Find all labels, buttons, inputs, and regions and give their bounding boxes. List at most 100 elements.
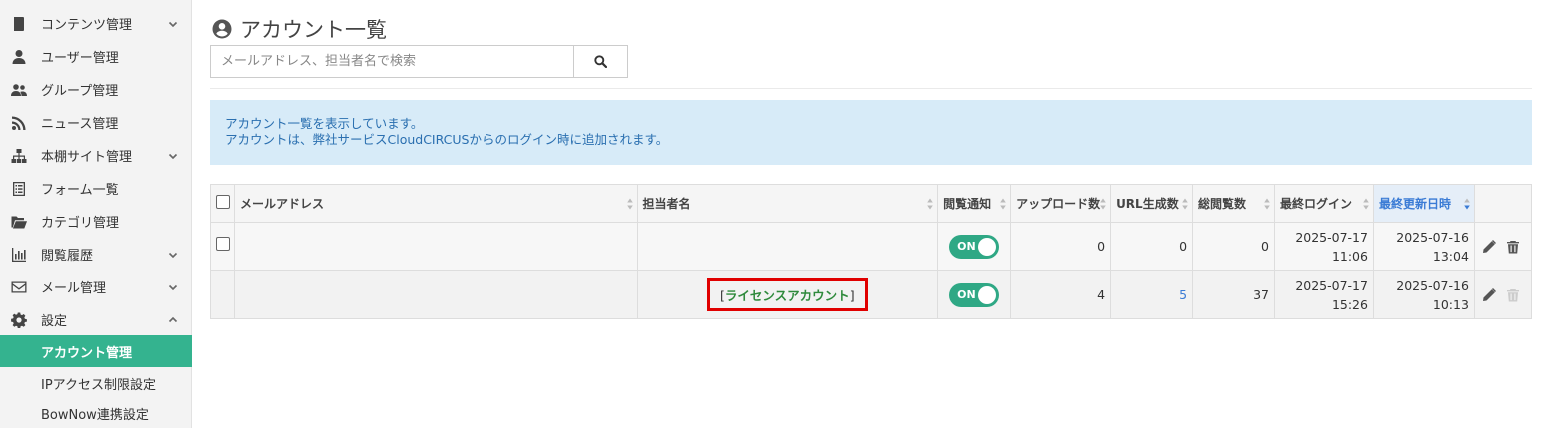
column-header-label: 最終更新日時 [1378, 197, 1451, 211]
sort-desc-icon [1464, 198, 1470, 210]
sort-icon [1182, 198, 1188, 210]
sort-icon [1000, 198, 1006, 210]
column-header-uploads[interactable]: アップロード数 [1010, 184, 1112, 223]
sidebar-subitem-bownow[interactable]: BowNow連携設定 [0, 397, 192, 428]
sidebar-item-label: メール管理 [41, 281, 107, 296]
user-icon [10, 48, 28, 66]
sidebar-item-bookshelf[interactable]: 本棚サイト管理 [0, 139, 192, 172]
accounts-table: メールアドレス 担当者名 閲覧通知 アップロード数 URL生成数 総閲覧数 最終… [210, 184, 1533, 319]
sidebar-item-label: コンテンツ管理 [41, 18, 133, 33]
sidebar-item-categories[interactable]: カテゴリ管理 [0, 205, 192, 238]
column-header-urls[interactable]: URL生成数 [1110, 184, 1194, 223]
column-header-notify[interactable]: 閲覧通知 [937, 184, 1012, 223]
updated-time: 13:04 [1432, 248, 1469, 264]
book-icon [10, 15, 28, 33]
sort-icon [1363, 198, 1369, 210]
info-line-1: アカウント一覧を表示しています。 [225, 116, 424, 131]
sidebar-item-label: 設定 [41, 314, 68, 329]
chevron-down-icon [168, 281, 180, 293]
urls-cell: 5 [1110, 270, 1194, 319]
table-row: ON 0 0 0 2025-07-17 11:06 2025-07-16 13:04 [210, 222, 1533, 271]
row-checkbox-cell [210, 222, 235, 271]
url-count-link[interactable]: 5 [1179, 287, 1187, 302]
sidebar-item-groups[interactable]: グループ管理 [0, 73, 192, 106]
row-checkbox[interactable] [216, 237, 230, 251]
last-login-date: 2025-07-17 [1295, 229, 1368, 245]
sort-icon [626, 198, 633, 210]
name-cell: [ライセンスアカウント] [636, 270, 939, 319]
search-icon [594, 55, 607, 68]
actions-cell [1473, 222, 1533, 271]
column-header-label: メールアドレス [239, 197, 324, 211]
row-checkbox-cell [210, 270, 235, 319]
column-header-label: 担当者名 [642, 197, 691, 211]
notify-toggle[interactable]: ON [949, 282, 1000, 307]
envelope-icon [10, 278, 28, 296]
pencil-icon[interactable] [1482, 287, 1496, 302]
sidebar-item-users[interactable]: ユーザー管理 [0, 40, 192, 73]
toggle-knob [978, 285, 997, 304]
sort-icon [1100, 198, 1106, 210]
updated-cell: 2025-07-16 13:04 [1372, 222, 1475, 271]
uploads-cell: 0 [1010, 222, 1112, 271]
sidebar-item-mail[interactable]: メール管理 [0, 270, 192, 303]
sidebar-item-label: ユーザー管理 [41, 51, 119, 66]
license-account-highlight: [ライセンスアカウント] [707, 278, 868, 311]
sidebar-item-history[interactable]: 閲覧履歴 [0, 238, 192, 271]
last-login-cell: 2025-07-17 15:26 [1274, 270, 1374, 319]
sidebar-item-label: グループ管理 [41, 84, 119, 99]
sidebar-item-content[interactable]: コンテンツ管理 [0, 7, 192, 40]
toggle-label: ON [957, 288, 976, 301]
license-account-name: ライセンスアカウント [724, 288, 850, 303]
last-login-time: 11:06 [1331, 248, 1368, 264]
column-header-label: アップロード数 [1016, 197, 1101, 211]
sidebar-item-label: フォーム一覧 [41, 183, 119, 198]
sitemap-icon [10, 147, 28, 165]
search-button[interactable] [573, 45, 628, 78]
toggle-label: ON [957, 240, 976, 253]
info-alert: アカウント一覧を表示しています。 アカウントは、弊社サービスCloudCIRCU… [210, 100, 1532, 165]
sidebar-subitem-account[interactable]: アカウント管理 [0, 335, 192, 367]
search-input[interactable] [210, 45, 574, 78]
select-all-cell [210, 184, 235, 223]
uploads-cell: 4 [1010, 270, 1112, 319]
divider [210, 88, 1532, 89]
updated-cell: 2025-07-16 10:13 [1372, 270, 1475, 319]
sidebar-item-label: カテゴリ管理 [41, 216, 120, 231]
column-header-email[interactable]: メールアドレス [233, 184, 638, 223]
gear-icon [10, 311, 28, 329]
column-header-updated[interactable]: 最終更新日時 [1372, 184, 1475, 223]
sidebar-item-news[interactable]: ニュース管理 [0, 106, 192, 139]
updated-date: 2025-07-16 [1396, 229, 1469, 245]
sidebar-item-label: ニュース管理 [41, 117, 119, 132]
sidebar-subitem-ip-restriction[interactable]: IPアクセス制限設定 [0, 367, 192, 399]
pencil-icon[interactable] [1482, 239, 1496, 254]
bar-chart-icon [10, 246, 28, 264]
name-cell [636, 222, 939, 271]
select-all-checkbox[interactable] [216, 195, 230, 209]
column-header-name[interactable]: 担当者名 [636, 184, 939, 223]
column-header-views[interactable]: 総閲覧数 [1192, 184, 1275, 223]
sidebar-item-forms[interactable]: フォーム一覧 [0, 172, 192, 205]
chevron-up-icon [168, 314, 180, 326]
column-header-actions [1473, 184, 1533, 223]
chevron-down-icon [168, 150, 180, 162]
email-cell [233, 222, 638, 271]
column-header-label: URL生成数 [1116, 197, 1179, 211]
sidebar-item-settings[interactable]: 設定 [0, 303, 192, 336]
user-circle-icon [212, 19, 232, 39]
column-header-last-login[interactable]: 最終ログイン [1274, 184, 1374, 223]
actions-cell [1473, 270, 1533, 319]
column-header-label: 閲覧通知 [943, 197, 992, 211]
form-icon [10, 180, 28, 198]
folder-open-icon [10, 213, 28, 231]
notify-cell: ON [937, 270, 1012, 319]
table-header-row: メールアドレス 担当者名 閲覧通知 アップロード数 URL生成数 総閲覧数 最終… [210, 184, 1533, 223]
notify-toggle[interactable]: ON [949, 234, 1000, 259]
notify-cell: ON [937, 222, 1012, 271]
trash-icon[interactable] [1506, 240, 1520, 254]
users-icon [10, 81, 28, 99]
page-title: アカウント一覧 [212, 14, 387, 44]
info-line-2: アカウントは、弊社サービスCloudCIRCUSからのログイン時に追加されます。 [225, 132, 669, 147]
toggle-knob [978, 237, 997, 256]
